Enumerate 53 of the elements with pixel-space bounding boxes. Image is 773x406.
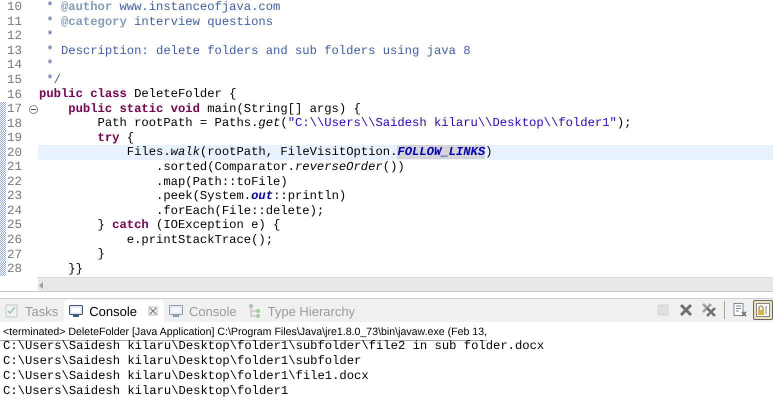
code-line: */	[45, 72, 62, 88]
code-line: .sorted(Comparator.reverseOrder())	[155, 160, 406, 175]
line-number: 21	[6, 160, 24, 174]
monitor-icon	[68, 303, 84, 319]
line-number: 26	[6, 233, 24, 248]
console-header: <terminated> DeleteFolder [Java Application] C:\Program Files\Java\jre1.8.0_73\bin\javaw.exe (Feb 13,	[0, 324, 488, 341]
code-line: e.printStackTrace();	[126, 232, 274, 248]
line-number: 22	[6, 174, 24, 189]
code-line: }	[96, 247, 106, 262]
code-line: .map(Path::toFile)	[155, 174, 289, 190]
console-output-line: C:\Users\Saidesh kilaru\Desktop\folder1	[2, 384, 290, 399]
line-number: 10	[6, 0, 24, 14]
line-number: 19	[6, 131, 24, 146]
code-line: * @author www.instanceofjava.com	[45, 0, 282, 15]
line-number: 23	[6, 189, 24, 204]
tasks-icon	[4, 303, 20, 319]
line-number: 16	[6, 88, 24, 102]
code-line: public class DeleteFolder {	[38, 87, 238, 102]
code-line: try {	[96, 130, 136, 146]
code-line: Path rootPath = Paths.get("C:\\Users\\Saidesh kilaru\\Desktop\\folder1");	[96, 116, 632, 131]
line-number: 24	[6, 204, 24, 218]
code-line: .peek(System.out::println)	[155, 189, 348, 204]
line-number: 27	[6, 248, 24, 262]
line-number: 15	[6, 73, 24, 87]
line-number: 25	[6, 218, 24, 232]
line-number: 17	[6, 102, 24, 116]
code-line: public static void main(String[] args) {	[67, 102, 362, 116]
tab[interactable]: Console	[64, 300, 164, 322]
line-number: 14	[6, 58, 24, 72]
code-line: * @category interview questions	[45, 14, 274, 30]
tab[interactable]: Type Hierarchy	[242, 300, 362, 322]
line-number: 13	[6, 44, 24, 58]
tab[interactable]: Console	[164, 300, 243, 322]
hierarchy-icon	[246, 303, 263, 319]
tab[interactable]: Tasks	[0, 300, 64, 322]
code-line: *	[45, 29, 55, 44]
console-output-line: C:\Users\Saidesh kilaru\Desktop\folder1\file1.docx	[2, 369, 370, 384]
line-number: 20	[6, 146, 24, 160]
code-line: .forEach(File::delete);	[155, 204, 326, 218]
monitor-icon	[168, 303, 184, 319]
collapse-icon[interactable]	[29, 104, 38, 114]
console-output-line: C:\Users\Saidesh kilaru\Desktop\folder1\subfolder	[2, 354, 362, 369]
close-icon[interactable]	[148, 306, 158, 316]
line-number: 12	[6, 29, 24, 44]
line-number: 18	[6, 116, 24, 131]
console-output-line: C:\Users\Saidesh kilaru\Desktop\folder1\subfolder\file2 in sub folder.docx	[2, 339, 546, 354]
code-line: *	[45, 58, 55, 73]
code-line: * Description: delete folders and sub folders using java 8	[45, 44, 472, 58]
code-line: } catch (IOException e) {	[96, 218, 282, 233]
line-number: 11	[6, 14, 24, 29]
code-line: }}	[67, 262, 84, 276]
horizontal-scrollbar[interactable]	[38, 277, 773, 291]
line-number: 28	[6, 262, 24, 276]
